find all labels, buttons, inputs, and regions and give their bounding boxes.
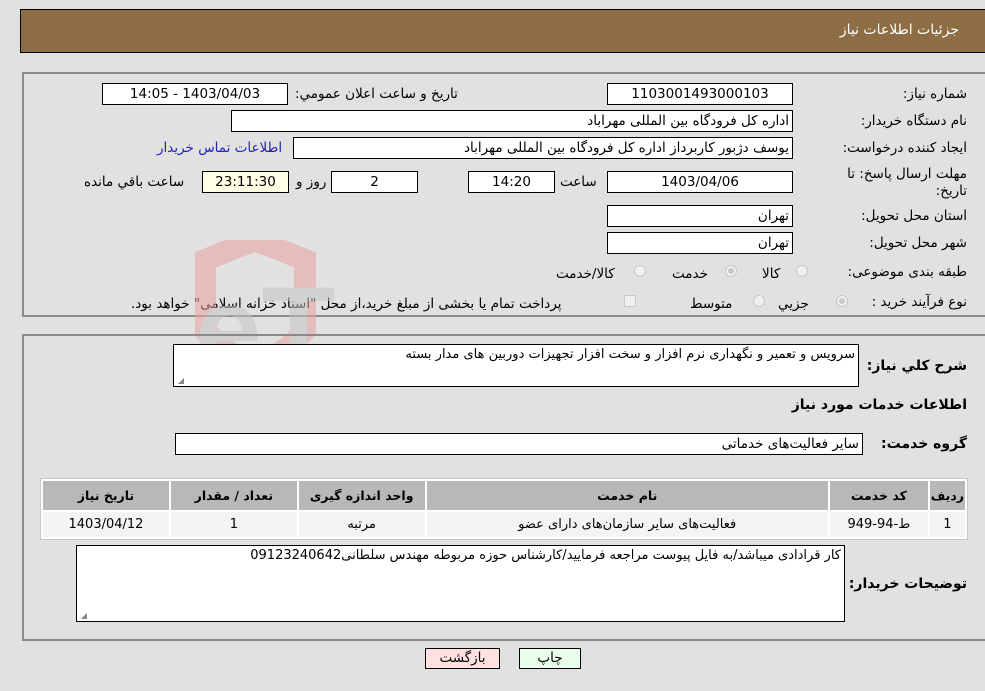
buyer-org-label: نام دستگاه خريدار: <box>860 113 967 129</box>
purchase-type-radio-medium[interactable] <box>753 295 765 307</box>
table-row: 1 ط-94-949 فعالیت‌های سایر سازمان‌های دا… <box>43 512 965 537</box>
category-label: طبقه بندی موضوعی: <box>847 264 967 280</box>
cell-service-code: ط-94-949 <box>829 512 928 537</box>
resize-grip-icon[interactable]: ◢ <box>79 612 87 620</box>
page-title: جزئیات اطلاعات نیاز <box>839 22 959 38</box>
deadline-time-label: ساعت <box>560 174 597 190</box>
category-option-service: خدمت <box>672 266 708 282</box>
services-table-header: رديف کد خدمت نام خدمت واحد اندازه گيری ت… <box>43 481 965 510</box>
cell-row-number: 1 <box>929 512 965 537</box>
purchase-type-label: نوع فرآیند خرید : <box>871 294 967 310</box>
services-table: رديف کد خدمت نام خدمت واحد اندازه گيری ت… <box>40 478 968 540</box>
general-description-label: شرح کلي نياز: <box>866 358 967 374</box>
need-number-field: 1103001493000103 <box>607 83 793 105</box>
col-unit: واحد اندازه گيری <box>298 481 425 510</box>
purchase-type-radio-minor[interactable] <box>836 295 848 307</box>
purchase-type-option-medium: متوسط <box>690 296 733 312</box>
cell-unit: مرتبه <box>298 512 425 537</box>
general-description-textarea[interactable]: سرویس و تعمیر و نگهداری نرم افزار و سخت … <box>173 344 859 387</box>
remaining-time-field: 23:11:30 <box>202 171 289 193</box>
deadline-date-field: 1403/04/06 <box>607 171 793 193</box>
treasury-note: پرداخت تمام یا بخشی از مبلغ خرید،از محل … <box>131 296 562 312</box>
deadline-days-field: 2 <box>331 171 418 193</box>
city-field: تهران <box>607 232 793 254</box>
service-group-field: سایر فعالیت‌های خدماتی <box>175 433 863 455</box>
service-group-label: گروه خدمت: <box>881 436 967 452</box>
category-radio-goods-service[interactable] <box>634 265 646 277</box>
announce-datetime-label: تاریخ و ساعت اعلان عمومي: <box>295 86 458 102</box>
services-section-title: اطلاعات خدمات مورد نياز <box>791 397 967 413</box>
purchase-type-option-minor: جزيي <box>778 296 809 312</box>
city-label: شهر محل تحويل: <box>869 235 967 251</box>
province-label: استان محل تحويل: <box>861 208 967 224</box>
creator-field: یوسف دژبور کاربرداز اداره کل فرودگاه بین… <box>293 137 793 159</box>
cell-service-name: فعالیت‌های سایر سازمان‌های دارای عضو <box>426 512 828 537</box>
col-service-code: کد خدمت <box>829 481 928 510</box>
category-option-goods-service: کالا/خدمت <box>556 266 615 282</box>
col-need-date: تاريخ نياز <box>43 481 169 510</box>
category-radio-goods[interactable] <box>796 265 808 277</box>
need-number-label: شماره نیاز: <box>902 86 967 102</box>
buyer-contact-link[interactable]: اطلاعات تماس خريدار <box>157 140 282 156</box>
category-radio-service[interactable] <box>725 265 737 277</box>
general-description-text: سرویس و تعمیر و نگهداری نرم افزار و سخت … <box>405 347 855 362</box>
resize-grip-icon[interactable]: ◢ <box>176 377 184 385</box>
page-header: جزئیات اطلاعات نیاز <box>20 9 985 53</box>
cell-need-date: 1403/04/12 <box>43 512 169 537</box>
print-button[interactable]: چاپ <box>519 648 581 669</box>
col-service-name: نام خدمت <box>426 481 828 510</box>
deadline-days-label: روز و <box>296 174 327 190</box>
treasury-checkbox[interactable] <box>624 295 636 307</box>
deadline-time-field: 14:20 <box>468 171 555 193</box>
remaining-time-label: ساعت باقي مانده <box>84 174 185 190</box>
back-button[interactable]: بازگشت <box>425 648 500 669</box>
category-option-goods: کالا <box>762 266 781 282</box>
creator-label: ايجاد کننده درخواست: <box>842 140 967 156</box>
buyer-notes-textarea[interactable]: کار قرادادی میباشد/به فایل پیوست مراجعه … <box>76 545 845 622</box>
buyer-notes-label: توضيحات خريدار: <box>848 576 967 592</box>
announce-datetime-field: 1403/04/03 - 14:05 <box>102 83 288 105</box>
deadline-label: مهلت ارسال پاسخ: تا تاریخ: <box>847 166 967 199</box>
province-field: تهران <box>607 205 793 227</box>
buyer-org-field: اداره کل فرودگاه بین المللی مهراباد <box>231 110 793 132</box>
buyer-notes-text: کار قرادادی میباشد/به فایل پیوست مراجعه … <box>250 548 841 563</box>
cell-quantity: 1 <box>170 512 297 537</box>
col-row-number: رديف <box>929 481 965 510</box>
col-quantity: تعداد / مقدار <box>170 481 297 510</box>
